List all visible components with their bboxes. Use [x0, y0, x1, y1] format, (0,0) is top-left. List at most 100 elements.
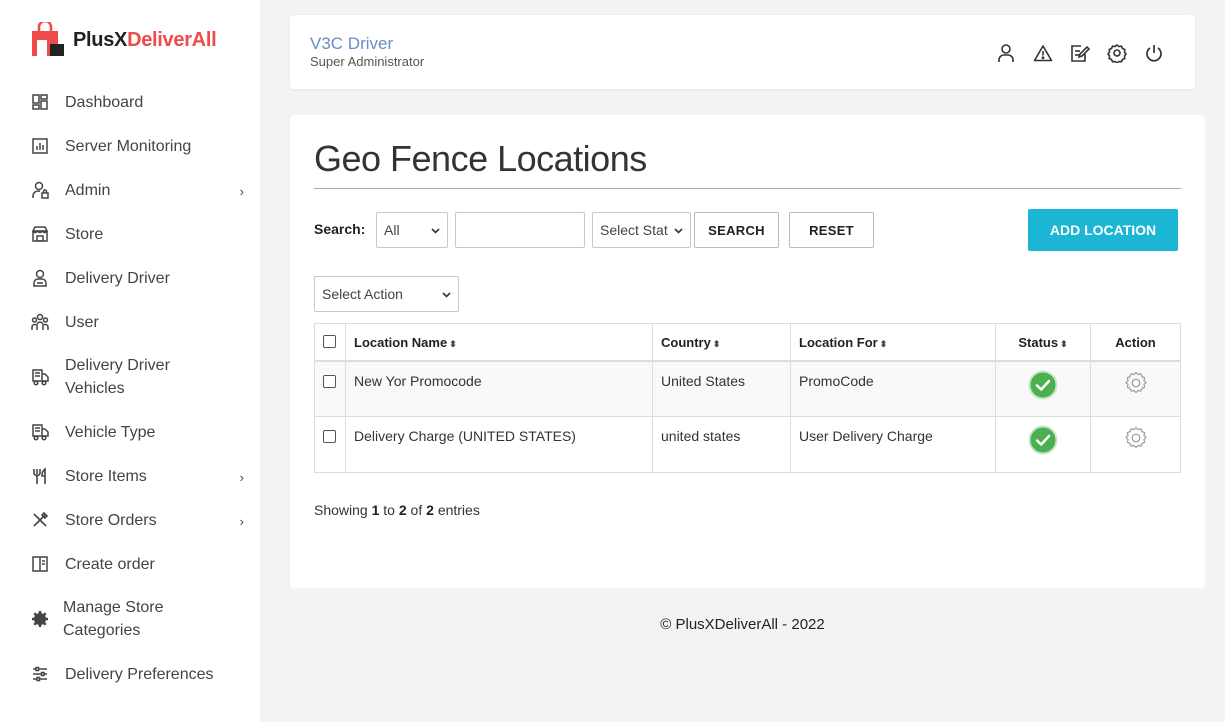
sidebar-item-label: Store Orders	[65, 511, 157, 529]
settings-icon[interactable]	[1106, 42, 1128, 64]
dashboard-icon	[30, 92, 50, 112]
table-header-row: Location Name ⬍ Country ⬍ Location For ⬍ St…	[314, 323, 1181, 362]
sidebar-item-manage-store-categories[interactable]: Manage Store Categories	[0, 586, 260, 652]
header-actions	[995, 42, 1165, 64]
sidebar-item-vehicle-type[interactable]: Vehicle Type	[0, 410, 260, 454]
sidebar-item-store-orders[interactable]: Store Orders ›	[0, 498, 260, 542]
users-icon	[30, 312, 50, 332]
sidebar-item-delivery-driver-vehicles[interactable]: Delivery Driver Vehicles	[0, 344, 260, 410]
column-country[interactable]: Country ⬍	[652, 323, 791, 362]
sidebar-item-label: Store	[65, 225, 104, 243]
store-icon	[30, 224, 50, 244]
cell-location-for: PromoCode	[790, 360, 996, 417]
sidebar-item-dashboard[interactable]: Dashboard	[0, 80, 260, 124]
chart-icon	[30, 136, 50, 156]
sidebar-item-store[interactable]: Store	[0, 212, 260, 256]
chevron-down-icon	[673, 223, 684, 239]
sidebar: PlusXDeliverAll Dashboard Server Monitor…	[0, 0, 260, 722]
column-location-for[interactable]: Location For ⬍	[790, 323, 996, 362]
sidebar-item-create-order[interactable]: Create order	[0, 542, 260, 586]
page-title: Geo Fence Locations	[314, 138, 647, 179]
cell-country: United States	[652, 360, 791, 417]
status-active-icon[interactable]	[1028, 370, 1058, 403]
sidebar-item-delivery-driver[interactable]: Delivery Driver	[0, 256, 260, 300]
sort-icon: ⬍	[1060, 339, 1068, 349]
brand[interactable]: PlusXDeliverAll	[30, 19, 217, 58]
column-location-name[interactable]: Location Name ⬍	[345, 323, 653, 362]
sidebar-item-user[interactable]: User	[0, 300, 260, 344]
sort-icon: ⬍	[712, 339, 721, 349]
pagination-info: Showing 1 to 2 of 2 entries	[314, 502, 480, 518]
cutlery-cross-icon	[30, 510, 50, 530]
book-icon	[30, 554, 50, 574]
sidebar-item-label: Server Monitoring	[65, 137, 192, 155]
user-role: Super Administrator	[310, 54, 425, 69]
bulk-action-select-value: Select Action	[322, 286, 403, 302]
chevron-down-icon	[441, 287, 452, 303]
table-row: New Yor Promocode United States PromoCod…	[314, 360, 1181, 417]
brand-name-part2: DeliverAll	[127, 28, 217, 51]
sidebar-item-label: Store Items	[65, 467, 147, 485]
user-lock-icon	[30, 180, 50, 200]
utensils-icon	[30, 466, 50, 486]
select-all-checkbox[interactable]	[323, 335, 336, 348]
sidebar-item-label: Delivery Driver Vehicles	[65, 357, 170, 397]
truck-icon	[30, 367, 50, 387]
brand-logo-icon	[30, 19, 66, 58]
top-header: V3C Driver Super Administrator	[290, 15, 1195, 89]
sliders-icon	[30, 664, 50, 684]
chevron-right-icon: ›	[239, 184, 244, 199]
cell-location-name: New Yor Promocode	[345, 360, 653, 417]
table-row: Delivery Charge (UNITED STATES) united s…	[314, 416, 1181, 473]
sidebar-item-label: Admin	[65, 181, 111, 199]
search-field-select-value: All	[384, 222, 400, 238]
sidebar-nav: Dashboard Server Monitoring Admin › Stor…	[0, 80, 260, 696]
reset-button[interactable]: RESET	[789, 212, 874, 248]
edit-icon[interactable]	[1069, 42, 1091, 64]
cell-location-name: Delivery Charge (UNITED STATES)	[345, 416, 653, 473]
sidebar-item-label: Dashboard	[65, 93, 144, 111]
main-content-card: Geo Fence Locations Search: All Select S…	[290, 115, 1205, 588]
sidebar-item-delivery-preferences[interactable]: Delivery Preferences	[0, 652, 260, 696]
gear-fill-icon	[30, 609, 50, 629]
sidebar-item-store-items[interactable]: Store Items ›	[0, 454, 260, 498]
user-name[interactable]: V3C Driver	[310, 34, 393, 54]
driver-icon	[30, 268, 50, 288]
search-button[interactable]: SEARCH	[694, 212, 779, 248]
locations-table: Location Name ⬍ Country ⬍ Location For ⬍ St…	[314, 323, 1181, 473]
sidebar-item-label: Create order	[65, 555, 155, 573]
sidebar-item-admin[interactable]: Admin ›	[0, 168, 260, 212]
chevron-right-icon: ›	[239, 470, 244, 485]
gear-icon[interactable]	[1123, 425, 1149, 454]
footer-copyright: © PlusXDeliverAll - 2022	[660, 616, 825, 633]
brand-name-part1: PlusX	[73, 28, 128, 51]
sort-icon: ⬍	[879, 339, 888, 349]
title-divider	[314, 188, 1181, 189]
row-checkbox[interactable]	[323, 430, 336, 443]
search-input[interactable]	[455, 212, 585, 248]
column-action: Action	[1090, 323, 1181, 362]
search-field-select[interactable]: All	[376, 212, 448, 248]
gear-icon[interactable]	[1123, 370, 1149, 399]
cell-country: united states	[652, 416, 791, 473]
sidebar-item-label: Delivery Preferences	[65, 665, 214, 683]
status-active-icon[interactable]	[1028, 425, 1058, 458]
add-location-button[interactable]: ADD LOCATION	[1028, 209, 1178, 251]
cell-location-for: User Delivery Charge	[790, 416, 996, 473]
alert-icon[interactable]	[1032, 42, 1054, 64]
truck-icon	[30, 422, 50, 442]
sort-icon: ⬍	[449, 339, 457, 349]
status-select[interactable]: Select Stat	[592, 212, 691, 248]
bulk-action-select[interactable]: Select Action	[314, 276, 459, 312]
search-label: Search:	[314, 221, 366, 237]
power-icon[interactable]	[1143, 42, 1165, 64]
row-checkbox[interactable]	[323, 374, 336, 388]
status-select-value: Select Stat	[600, 222, 668, 238]
sidebar-item-label: Manage Store Categories	[63, 599, 164, 639]
sidebar-item-server-monitoring[interactable]: Server Monitoring	[0, 124, 260, 168]
profile-icon[interactable]	[995, 42, 1017, 64]
sidebar-item-label: Delivery Driver	[65, 269, 170, 287]
select-all-cell	[314, 323, 346, 362]
column-status[interactable]: Status ⬍	[995, 323, 1091, 362]
chevron-down-icon	[430, 223, 441, 239]
